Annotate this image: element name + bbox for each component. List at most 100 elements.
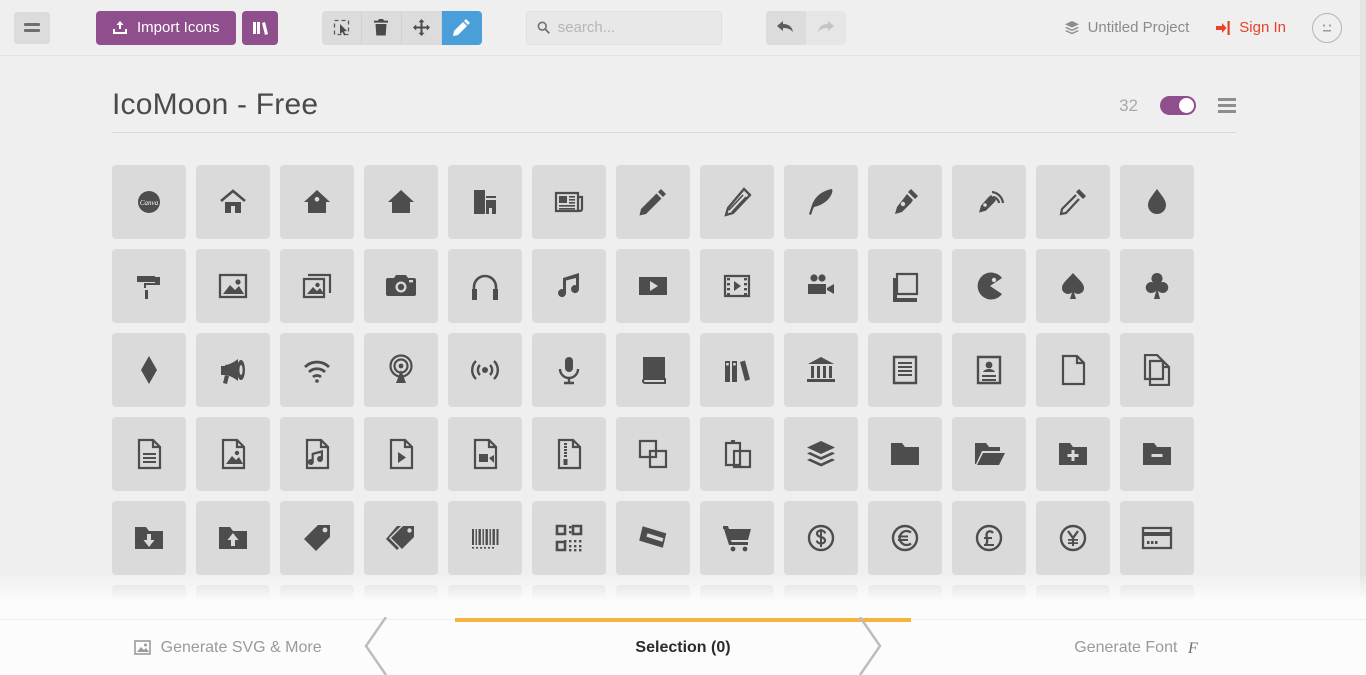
icon-cell-pencil2[interactable] — [700, 165, 774, 239]
icon-cell-canva[interactable]: Canva — [112, 165, 186, 239]
undo-button[interactable] — [765, 10, 806, 45]
icon-cell-quill[interactable] — [784, 165, 858, 239]
icon-cell-price-tags[interactable] — [364, 501, 438, 575]
redo-arrow-icon — [818, 21, 835, 32]
icon-cell-barcode[interactable] — [448, 501, 522, 575]
icon-cell-blog[interactable] — [952, 165, 1026, 239]
tool-group — [321, 10, 482, 45]
main-menu-button[interactable] — [14, 11, 50, 44]
icon-cell-mic[interactable] — [532, 333, 606, 407]
icon-cell-folder-plus[interactable] — [1036, 417, 1110, 491]
icon-cell-clubs[interactable] — [1120, 249, 1194, 323]
icon-cell-home3[interactable] — [364, 165, 438, 239]
icon-cell-file-play[interactable] — [364, 417, 438, 491]
icon-cell-video-camera[interactable] — [784, 249, 858, 323]
icon-cell-coin-euro[interactable] — [868, 501, 942, 575]
project-button[interactable]: Untitled Project — [1064, 19, 1189, 36]
edit-tool-button[interactable] — [441, 10, 482, 45]
trash-icon — [374, 19, 389, 36]
icon-cell-file-text2[interactable] — [112, 417, 186, 491]
icon-cell-files-empty[interactable] — [1120, 333, 1194, 407]
icon-cell-image[interactable] — [196, 249, 270, 323]
icon-cell-file-zip[interactable] — [532, 417, 606, 491]
delete-tool-button[interactable] — [361, 10, 402, 45]
icon-cell-library[interactable] — [784, 333, 858, 407]
pencil2-icon — [724, 187, 752, 217]
droplet-icon — [1148, 189, 1166, 214]
icon-cell-play[interactable] — [616, 249, 690, 323]
icon-cell-credit-card[interactable] — [1120, 501, 1194, 575]
icon-cell-books[interactable] — [700, 333, 774, 407]
icon-cell-home2[interactable] — [280, 165, 354, 239]
icon-cell-file-empty[interactable] — [1036, 333, 1110, 407]
avatar[interactable] — [1312, 12, 1342, 43]
icon-cell-ticket[interactable] — [616, 501, 690, 575]
icon-cell-music[interactable] — [532, 249, 606, 323]
icon-cell-podcast[interactable] — [364, 333, 438, 407]
icon-cell-pen[interactable] — [868, 165, 942, 239]
file-zip-icon — [557, 438, 582, 470]
icon-cell-folder-download[interactable] — [112, 501, 186, 575]
icon-cell-droplet[interactable] — [1120, 165, 1194, 239]
icon-cell-spades[interactable] — [1036, 249, 1110, 323]
icon-cell-pacman[interactable] — [952, 249, 1026, 323]
icon-cell-file-music[interactable] — [280, 417, 354, 491]
file-play-icon — [389, 438, 414, 470]
icon-cell-file-video[interactable] — [448, 417, 522, 491]
icon-cell-connection[interactable] — [280, 333, 354, 407]
tab-selection[interactable]: Selection (0) — [455, 618, 911, 675]
tab-generate-font[interactable]: Generate Font F — [911, 620, 1366, 675]
icon-cell-paste[interactable] — [700, 417, 774, 491]
icon-cell-eyedropper[interactable] — [1036, 165, 1110, 239]
icon-cell-images[interactable] — [280, 249, 354, 323]
icon-cell-coin-dollar[interactable] — [784, 501, 858, 575]
select-tool-button[interactable] — [321, 10, 362, 45]
paint-format-icon — [137, 276, 160, 299]
icon-cell-paint-format[interactable] — [112, 249, 186, 323]
import-icons-button[interactable]: Import Icons — [96, 10, 236, 45]
icon-cell-home[interactable] — [196, 165, 270, 239]
icon-cell-price-tag[interactable] — [280, 501, 354, 575]
move-arrows-icon — [412, 19, 430, 36]
icon-cell-newspaper[interactable] — [532, 165, 606, 239]
icon-cell-folder-open[interactable] — [952, 417, 1026, 491]
icon-cell-camera[interactable] — [364, 249, 438, 323]
icon-cell-file-picture[interactable] — [196, 417, 270, 491]
icon-cell-coin-yen[interactable] — [1036, 501, 1110, 575]
select-all-toggle[interactable] — [1160, 96, 1196, 115]
icon-cell-stack[interactable] — [784, 417, 858, 491]
icon-cell-dice[interactable] — [868, 249, 942, 323]
previous-section-chevron[interactable] — [362, 617, 388, 675]
icon-cell-headphones[interactable] — [448, 249, 522, 323]
next-section-chevron[interactable] — [856, 617, 882, 675]
icon-cell-feed[interactable] — [448, 333, 522, 407]
icon-cell-coin-pound[interactable] — [952, 501, 1026, 575]
icon-cell-bullhorn[interactable] — [196, 333, 270, 407]
icon-library-button[interactable] — [241, 10, 278, 45]
icon-cell-diamonds[interactable] — [112, 333, 186, 407]
icon-cell-film[interactable] — [700, 249, 774, 323]
icon-cell-folder[interactable] — [868, 417, 942, 491]
icon-set-menu-button[interactable] — [1218, 95, 1236, 116]
icon-cell-folder-minus[interactable] — [1120, 417, 1194, 491]
newspaper-icon — [554, 191, 584, 213]
icon-cell-copy[interactable] — [616, 417, 690, 491]
icon-cell-office[interactable] — [448, 165, 522, 239]
icon-cell-profile[interactable] — [952, 333, 1026, 407]
home3-icon — [388, 190, 414, 213]
icon-cell-folder-upload[interactable] — [196, 501, 270, 575]
icon-cell-pencil[interactable] — [616, 165, 690, 239]
icon-grid: Canva — [112, 165, 1240, 659]
search-input[interactable] — [557, 19, 711, 36]
folder-icon — [891, 443, 919, 465]
move-tool-button[interactable] — [401, 10, 442, 45]
icon-cell-cart[interactable] — [700, 501, 774, 575]
sign-in-button[interactable]: Sign In — [1215, 19, 1286, 36]
redo-button[interactable] — [805, 10, 846, 45]
search-box[interactable] — [525, 10, 722, 45]
icon-cell-file-text[interactable] — [868, 333, 942, 407]
folder-minus-icon — [1143, 443, 1171, 465]
icon-cell-book[interactable] — [616, 333, 690, 407]
icon-cell-qrcode[interactable] — [532, 501, 606, 575]
books-icon — [725, 360, 750, 382]
